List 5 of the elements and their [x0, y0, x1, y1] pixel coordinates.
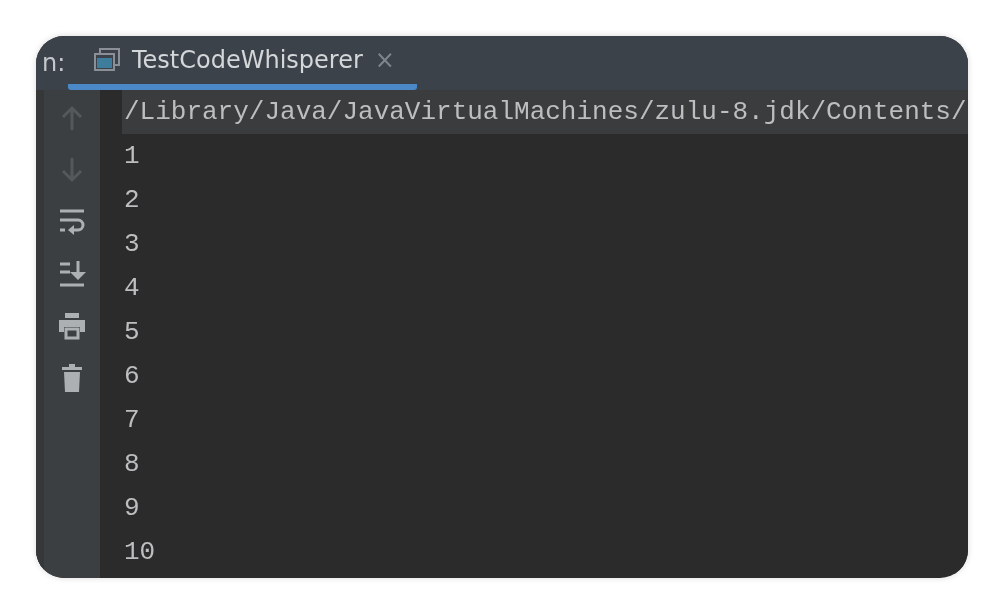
cut-label: n:	[42, 48, 67, 79]
window-icon	[94, 48, 120, 72]
tab-title: TestCodeWhisperer	[132, 46, 363, 74]
scroll-to-end-icon[interactable]	[57, 258, 87, 290]
printer-icon[interactable]	[57, 310, 87, 342]
